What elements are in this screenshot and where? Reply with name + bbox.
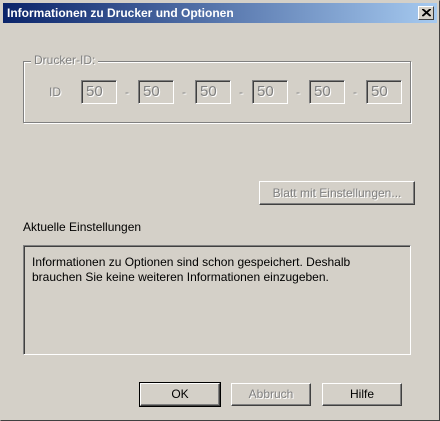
close-icon (422, 9, 431, 17)
cancel-button[interactable]: Abbruch (231, 383, 311, 406)
id-field-4: 50 (252, 80, 288, 104)
id-field-5: 50 (309, 80, 345, 104)
id-separator: - (353, 85, 357, 99)
current-settings-box: Informationen zu Optionen sind schon ges… (23, 245, 411, 355)
current-settings-text: Informationen zu Optionen sind schon ges… (32, 255, 351, 284)
id-field-2: 50 (138, 80, 174, 104)
id-separator: - (182, 85, 186, 99)
current-settings-label: Aktuelle Einstellungen (23, 220, 142, 234)
printer-id-group-label: Drucker-ID: (31, 53, 99, 67)
id-field-3: 50 (195, 80, 231, 104)
ok-button[interactable]: OK (139, 382, 221, 407)
help-button[interactable]: Hilfe (322, 383, 402, 406)
close-button[interactable] (418, 6, 434, 20)
id-field-6: 50 (366, 80, 402, 104)
printer-options-dialog: Informationen zu Drucker und Optionen Dr… (0, 0, 440, 421)
id-separator: - (125, 85, 129, 99)
id-field-1: 50 (81, 80, 117, 104)
settings-sheet-button[interactable]: Blatt mit Einstellungen... (259, 181, 415, 205)
id-separator: - (239, 85, 243, 99)
id-label: ID (49, 85, 61, 99)
id-separator: - (296, 85, 300, 99)
title-bar[interactable]: Informationen zu Drucker und Optionen (3, 3, 437, 23)
window-title: Informationen zu Drucker und Optionen (7, 6, 234, 20)
